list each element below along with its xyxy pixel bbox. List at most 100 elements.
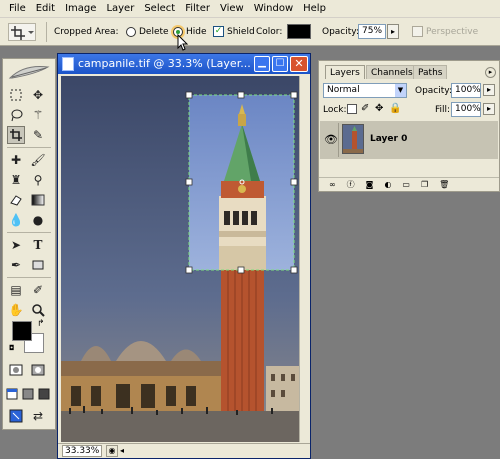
tab-layers[interactable]: Layers <box>325 65 365 79</box>
lock-all-icon[interactable]: 🔒 <box>389 103 401 114</box>
marquee-tool-icon[interactable] <box>7 86 25 104</box>
type-tool-icon[interactable]: T <box>29 236 47 254</box>
clone-stamp-tool-icon[interactable]: ♜ <box>7 171 25 189</box>
scroll-left-icon[interactable]: ◂ <box>120 445 130 457</box>
minimize-button[interactable]: ▁ <box>254 56 270 72</box>
zoom-level[interactable]: 33.33% <box>62 445 102 457</box>
menu-layer[interactable]: Layer <box>101 0 139 18</box>
jump-to-imageready-icon[interactable] <box>7 407 25 425</box>
fill-input[interactable]: 100% <box>451 102 481 117</box>
tab-channels[interactable]: Channels <box>366 65 418 79</box>
dodge-tool-icon[interactable]: ● <box>29 211 47 229</box>
perspective-label[interactable]: Perspective <box>426 27 478 37</box>
foreground-color-swatch[interactable] <box>12 321 32 341</box>
vertical-scrollbar[interactable] <box>299 76 310 442</box>
close-button[interactable]: ✕ <box>290 56 308 72</box>
menu-filter[interactable]: Filter <box>180 0 215 18</box>
layer-opacity-slider-button[interactable]: ▸ <box>483 84 495 96</box>
hand-tool-icon[interactable]: ✋ <box>7 301 25 319</box>
crop-tool-preset-icon[interactable] <box>8 23 36 41</box>
full-screen-mode-icon[interactable] <box>37 385 51 403</box>
magic-wand-tool-icon[interactable]: ⚚ <box>29 106 47 124</box>
hide-radio-label[interactable]: Hide <box>186 27 207 37</box>
notes-tool-icon[interactable]: ▤ <box>7 281 25 299</box>
full-screen-menu-mode-icon[interactable] <box>21 385 35 403</box>
layer-thumbnail <box>342 124 364 154</box>
color-label: Color: <box>256 27 283 37</box>
perspective-checkbox[interactable] <box>412 26 423 37</box>
shape-tool-icon[interactable] <box>29 256 47 274</box>
opacity-slider-button[interactable]: ▸ <box>387 24 399 39</box>
fill-slider-button[interactable]: ▸ <box>483 103 495 115</box>
layer-style-icon[interactable]: ⓕ <box>347 179 355 190</box>
menu-edit[interactable]: Edit <box>31 0 60 18</box>
shield-label[interactable]: Shield <box>227 27 255 37</box>
lock-position-icon[interactable]: ✥ <box>375 103 383 114</box>
layer-mask-icon[interactable]: ◙ <box>366 180 374 189</box>
document-icon <box>62 57 74 71</box>
move-tool-icon[interactable]: ✥ <box>29 86 47 104</box>
crop-tool-icon[interactable] <box>7 126 25 144</box>
delete-radio-label[interactable]: Delete <box>139 27 169 37</box>
menu-image[interactable]: Image <box>60 0 101 18</box>
shield-checkbox[interactable]: ✓ <box>213 26 224 37</box>
new-group-icon[interactable]: ▭ <box>402 180 410 189</box>
layer-row[interactable]: 👁 Layer 0 <box>320 121 498 159</box>
brush-tool-icon[interactable]: 🖌 <box>29 151 47 169</box>
image-canvas[interactable] <box>61 76 299 442</box>
new-layer-icon[interactable]: ❐ <box>421 180 428 189</box>
standard-mode-icon[interactable] <box>7 361 25 379</box>
pen-tool-icon[interactable]: ✒ <box>7 256 25 274</box>
standard-screen-mode-icon[interactable] <box>5 385 19 403</box>
blur-tool-icon[interactable]: 💧 <box>7 211 25 229</box>
maximize-button[interactable]: ☐ <box>272 56 288 72</box>
mouse-cursor-icon <box>177 34 189 51</box>
panel-menu-icon[interactable]: ▸ <box>485 67 496 78</box>
divider <box>46 22 47 42</box>
quick-mask-mode-icon[interactable] <box>29 361 47 379</box>
link-layers-icon[interactable]: ∞ <box>329 180 336 189</box>
fill-label: Fill: <box>435 105 451 115</box>
menu-select[interactable]: Select <box>139 0 180 18</box>
status-menu-icon[interactable]: ◉ <box>106 445 118 457</box>
path-selection-tool-icon[interactable]: ➤ <box>7 236 25 254</box>
eye-visibility-icon[interactable]: 👁 <box>324 133 338 146</box>
divider <box>7 147 51 148</box>
layer-opacity-input[interactable]: 100% <box>451 83 481 98</box>
healing-brush-tool-icon[interactable]: ✚ <box>7 151 25 169</box>
menu-window[interactable]: Window <box>249 0 298 18</box>
layer-opacity-label: Opacity: <box>415 86 452 96</box>
lasso-tool-icon[interactable] <box>7 106 25 124</box>
default-colors-icon[interactable]: ◘ <box>9 344 15 352</box>
tab-paths[interactable]: Paths <box>413 65 448 79</box>
opacity-input[interactable]: 75% <box>358 24 386 39</box>
shield-color-swatch[interactable] <box>287 24 311 39</box>
menu-help[interactable]: Help <box>298 0 331 18</box>
cropped-area-label: Cropped Area: <box>54 27 119 37</box>
lock-transparent-icon[interactable] <box>347 104 357 114</box>
gradient-tool-icon[interactable] <box>29 191 47 209</box>
menu-bar: File Edit Image Layer Select Filter View… <box>0 0 500 18</box>
adjustment-layer-icon[interactable]: ◐ <box>384 180 391 189</box>
document-title-bar[interactable]: campanile.tif @ 33.3% (Layer... ▁ ☐ ✕ <box>58 54 310 74</box>
eraser-tool-icon[interactable] <box>7 191 25 209</box>
divider <box>338 123 339 157</box>
eyedropper-tool-icon[interactable]: ✐ <box>29 281 47 299</box>
menu-view[interactable]: View <box>215 0 249 18</box>
lock-label: Lock: <box>323 105 347 115</box>
lock-pixels-icon[interactable]: ✐ <box>361 103 369 114</box>
delete-radio[interactable] <box>126 27 136 37</box>
slice-tool-icon[interactable]: ✎ <box>29 126 47 144</box>
layer-name[interactable]: Layer 0 <box>370 134 407 144</box>
history-brush-tool-icon[interactable]: ⚲ <box>29 171 47 189</box>
delete-layer-icon[interactable]: 🗑 <box>439 180 449 189</box>
document-title: campanile.tif @ 33.3% (Layer... <box>78 57 251 70</box>
menu-file[interactable]: File <box>4 0 31 18</box>
zoom-tool-icon[interactable] <box>29 301 47 319</box>
chevron-down-icon[interactable]: ▼ <box>395 84 406 97</box>
options-bar: Cropped Area: Delete Hide ✓ Shield Color… <box>0 18 500 51</box>
imageready-icon[interactable]: ⇄ <box>29 407 47 425</box>
layers-panel: Layers Channels Paths ▸ Normal ▼ Opacity… <box>318 60 500 192</box>
swap-colors-icon[interactable]: ↱ <box>37 319 45 329</box>
divider <box>7 277 51 278</box>
